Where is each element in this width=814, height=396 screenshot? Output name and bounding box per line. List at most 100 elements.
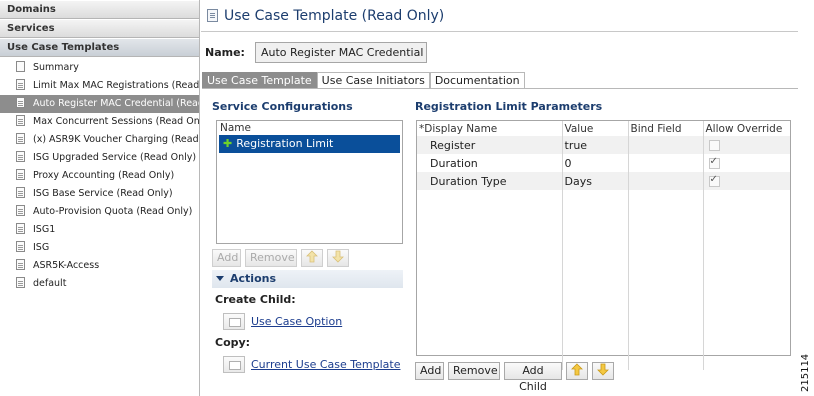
navigation-pane: Domains Services Use Case Templates Summ… bbox=[0, 0, 200, 396]
table-header-row: *Display Name Value Bind Field Allow Ove… bbox=[417, 121, 790, 136]
param-remove-button[interactable]: Remove bbox=[448, 362, 500, 380]
tab-use-case-initiators[interactable]: Use Case Initiators bbox=[316, 72, 430, 89]
param-name: Duration bbox=[417, 154, 563, 172]
override-cell bbox=[703, 136, 790, 154]
tab-documentation[interactable]: Documentation bbox=[429, 72, 525, 89]
tree-item-summary[interactable]: Summary bbox=[0, 59, 199, 77]
param-name: Register bbox=[417, 136, 563, 154]
list-item-registration-limit[interactable]: ✚ Registration Limit bbox=[219, 135, 400, 153]
move-up-button[interactable] bbox=[301, 249, 323, 267]
empty-table-area bbox=[417, 190, 790, 370]
service-configurations-list[interactable]: Name ✚ Registration Limit bbox=[216, 120, 403, 244]
document-icon bbox=[16, 115, 25, 126]
current-use-case-template-link[interactable]: Current Use Case Template bbox=[251, 358, 400, 371]
editor-pane: Use Case Template (Read Only) Name: Auto… bbox=[201, 0, 798, 396]
tree-item[interactable]: Max Concurrent Sessions (Read Only) bbox=[0, 113, 199, 131]
param-name: Duration Type bbox=[417, 172, 563, 190]
copy-label: Copy: bbox=[215, 336, 251, 349]
tree-item-label: Limit Max MAC Registrations (Read Only) bbox=[33, 80, 199, 91]
blank-document-icon bbox=[16, 61, 25, 72]
tree-item-label: ISG Base Service (Read Only) bbox=[33, 188, 173, 199]
accordion-services[interactable]: Services bbox=[0, 19, 199, 38]
override-checkbox[interactable] bbox=[708, 140, 720, 151]
actions-section-header[interactable]: Actions bbox=[212, 270, 403, 288]
override-checkbox-checked[interactable] bbox=[708, 174, 720, 187]
column-header-allow-override[interactable]: Allow Override bbox=[703, 121, 790, 136]
tree-item[interactable]: ISG1 bbox=[0, 221, 199, 239]
tree-item[interactable]: ISG Upgraded Service (Read Only) bbox=[0, 149, 199, 167]
page-title: Use Case Template (Read Only) bbox=[224, 7, 445, 24]
remove-button-disabled[interactable]: Remove bbox=[245, 249, 297, 267]
param-add-child-button[interactable]: Add Child bbox=[504, 362, 562, 393]
tree-item[interactable]: Limit Max MAC Registrations (Read Only) bbox=[0, 77, 199, 95]
accordion-use-case-templates[interactable]: Use Case Templates bbox=[0, 38, 199, 57]
name-label: Name: bbox=[205, 46, 245, 59]
tab-bar: Use Case Template Use Case Initiators Do… bbox=[202, 72, 525, 89]
tree-item-label: Max Concurrent Sessions (Read Only) bbox=[33, 116, 199, 127]
tree-item[interactable]: ISG bbox=[0, 239, 199, 257]
empty-cell bbox=[562, 190, 629, 370]
param-bind-field[interactable] bbox=[628, 136, 704, 154]
tree-item-label: Summary bbox=[33, 62, 79, 73]
create-child-action[interactable]: Use Case Option bbox=[223, 313, 342, 330]
move-down-button[interactable] bbox=[327, 249, 349, 267]
param-add-button[interactable]: Add bbox=[415, 362, 444, 380]
param-bind-field[interactable] bbox=[628, 154, 704, 172]
tree-item-label: Auto Register MAC Credential (Read Only) bbox=[33, 98, 199, 109]
arrow-up-icon bbox=[306, 250, 318, 263]
tree-item-label: ISG bbox=[33, 242, 50, 253]
tree-item[interactable]: Auto-Provision Quota (Read Only) bbox=[0, 203, 199, 221]
table-row[interactable]: Register true bbox=[417, 136, 790, 154]
list-column-header: Name bbox=[220, 122, 251, 134]
param-move-down-button[interactable] bbox=[592, 362, 614, 380]
use-case-option-link[interactable]: Use Case Option bbox=[251, 315, 342, 328]
document-icon bbox=[16, 151, 25, 162]
tree-item[interactable]: Proxy Accounting (Read Only) bbox=[0, 167, 199, 185]
tree-item-label: Proxy Accounting (Read Only) bbox=[33, 170, 175, 181]
list-item-label: Registration Limit bbox=[236, 137, 334, 150]
collapse-triangle-icon bbox=[216, 276, 224, 281]
column-header-bind-field[interactable]: Bind Field bbox=[628, 121, 704, 136]
tree-item[interactable]: default bbox=[0, 275, 199, 293]
param-move-up-button[interactable] bbox=[566, 362, 588, 380]
document-icon bbox=[16, 223, 25, 234]
document-icon bbox=[16, 97, 25, 108]
tree-item-selected[interactable]: Auto Register MAC Credential (Read Only) bbox=[0, 95, 199, 113]
accordion-domains[interactable]: Domains bbox=[0, 0, 199, 19]
tab-use-case-template[interactable]: Use Case Template bbox=[202, 72, 317, 89]
document-icon bbox=[16, 259, 25, 270]
template-icon bbox=[207, 9, 218, 22]
create-child-label: Create Child: bbox=[215, 293, 296, 306]
param-value[interactable]: true bbox=[562, 136, 629, 154]
empty-cell bbox=[703, 190, 790, 370]
registration-limit-parameters-title: Registration Limit Parameters bbox=[415, 100, 603, 113]
arrow-up-icon bbox=[571, 363, 583, 376]
tree-item-label: default bbox=[33, 278, 67, 289]
override-cell bbox=[703, 154, 790, 172]
arrow-down-icon bbox=[332, 250, 344, 263]
tree-item-label: Auto-Provision Quota (Read Only) bbox=[33, 206, 193, 217]
param-value[interactable]: 0 bbox=[562, 154, 629, 172]
copy-action[interactable]: Current Use Case Template bbox=[223, 356, 400, 373]
tree-item-label: (x) ASR9K Voucher Charging (Read Only) bbox=[33, 134, 199, 145]
figure-number: 215114 bbox=[800, 353, 811, 392]
param-bind-field[interactable] bbox=[628, 172, 704, 190]
action-icon bbox=[223, 356, 245, 373]
tree-item[interactable]: (x) ASR9K Voucher Charging (Read Only) bbox=[0, 131, 199, 149]
column-header-display-name[interactable]: *Display Name bbox=[417, 121, 563, 136]
override-cell bbox=[703, 172, 790, 190]
name-field[interactable]: Auto Register MAC Credential bbox=[254, 42, 427, 63]
add-button-disabled[interactable]: Add bbox=[212, 249, 241, 267]
tab-divider bbox=[202, 88, 798, 89]
column-header-value[interactable]: Value bbox=[562, 121, 629, 136]
param-value[interactable]: Days bbox=[562, 172, 629, 190]
table-row[interactable]: Duration Type Days bbox=[417, 172, 790, 190]
tree-item[interactable]: ISG Base Service (Read Only) bbox=[0, 185, 199, 203]
document-icon bbox=[16, 187, 25, 198]
empty-cell bbox=[417, 190, 563, 370]
tree-item[interactable]: ASR5K-Access bbox=[0, 257, 199, 275]
override-checkbox-checked[interactable] bbox=[708, 156, 720, 169]
tree-item-label: ASR5K-Access bbox=[33, 260, 100, 271]
table-row[interactable]: Duration 0 bbox=[417, 154, 790, 172]
document-icon bbox=[16, 79, 25, 90]
